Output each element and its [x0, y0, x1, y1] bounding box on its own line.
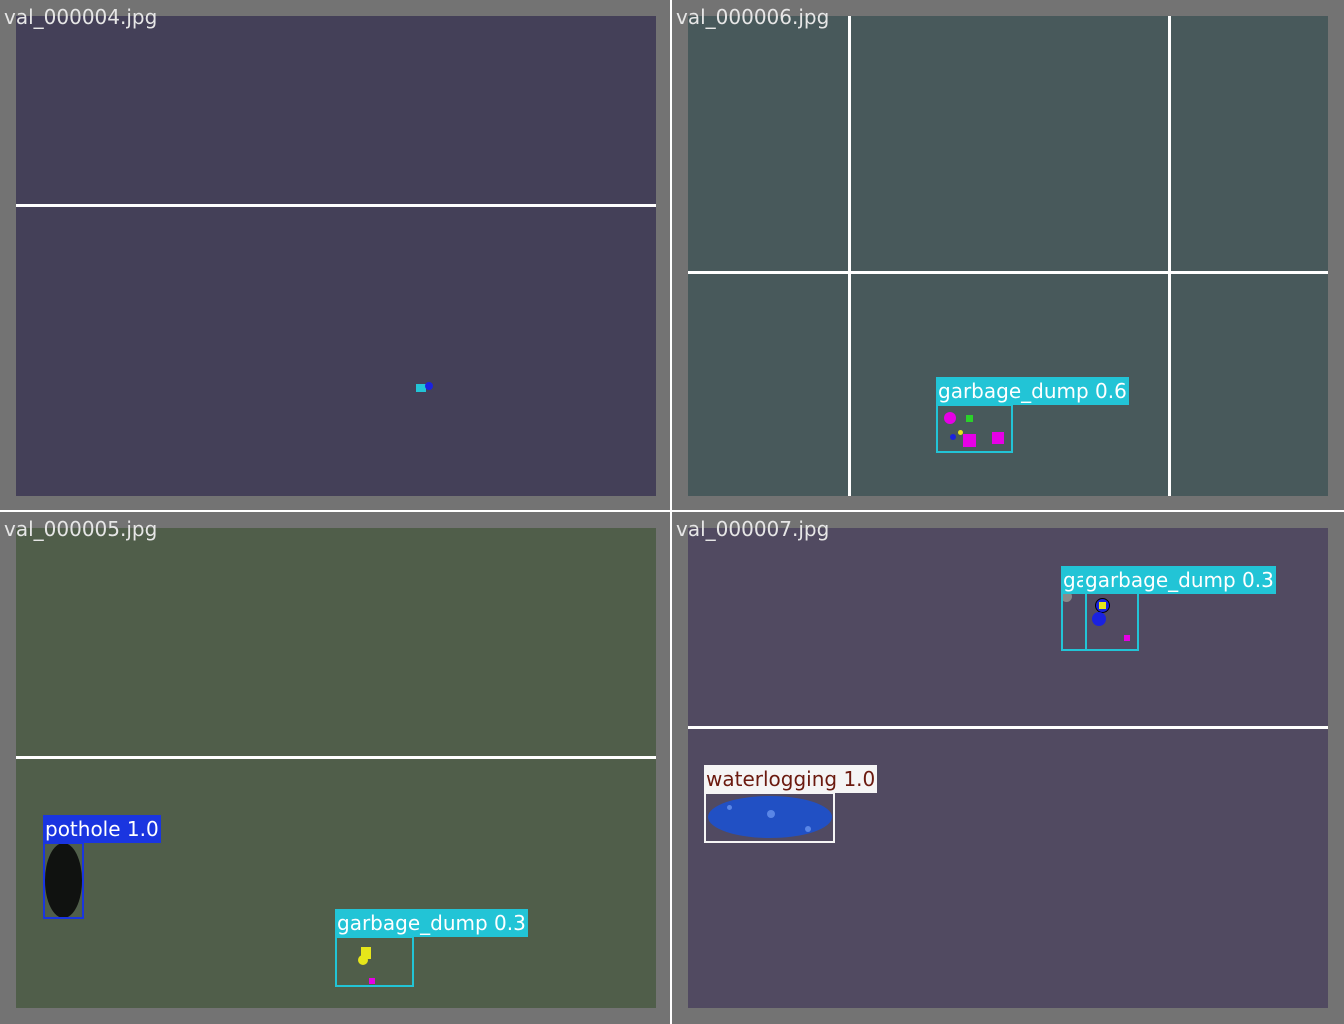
tile-val-000007: ga garbage_dump 0.3 waterlogging 1.0 val… — [672, 512, 1344, 1024]
road-line — [848, 16, 851, 496]
road-line — [688, 726, 1328, 729]
road-line — [16, 756, 656, 759]
detection-box-pothole — [43, 842, 84, 919]
road-line — [1168, 16, 1171, 496]
detection-box-garbage-dump — [936, 404, 1013, 453]
detection-label-garbage-dump: garbage_dump 0.3 — [335, 909, 528, 937]
tile-val-000005: pothole 1.0 garbage_dump 0.3 val_000005.… — [0, 512, 670, 1024]
road-line — [16, 204, 656, 207]
detection-box-garbage-dump — [1085, 592, 1139, 651]
garbage-item — [425, 382, 433, 390]
tile-val-000004: val_000004.jpg — [0, 0, 670, 510]
image-val-000004 — [16, 16, 656, 496]
detection-label-garbage-dump: garbage_dump 0.6 — [936, 377, 1129, 405]
filename-label: val_000005.jpg — [4, 517, 158, 541]
filename-label: val_000006.jpg — [676, 5, 830, 29]
filename-label: val_000007.jpg — [676, 517, 830, 541]
tile-val-000006: garbage_dump 0.6 val_000006.jpg — [672, 0, 1344, 510]
detection-label-waterlogging: waterlogging 1.0 — [704, 765, 878, 793]
detection-box-garbage-dump — [335, 936, 414, 987]
detection-box-waterlogging — [704, 792, 835, 843]
detection-label-pothole: pothole 1.0 — [43, 815, 161, 843]
detection-label-garbage-dump: garbage_dump 0.3 — [1083, 566, 1276, 594]
road-line — [688, 271, 1328, 274]
filename-label: val_000004.jpg — [4, 5, 158, 29]
